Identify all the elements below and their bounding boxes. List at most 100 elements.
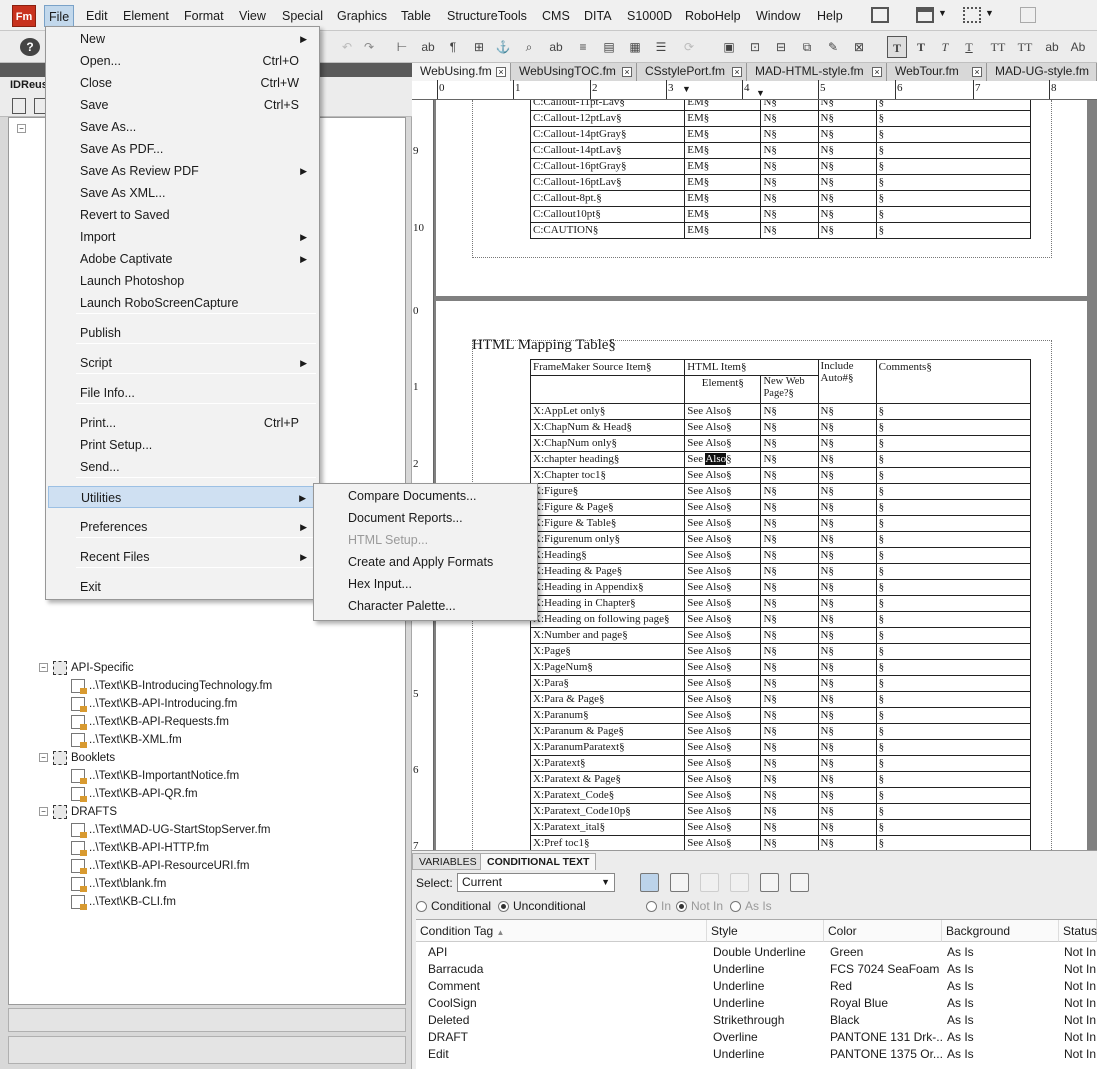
text-italic-icon[interactable]: T <box>936 36 954 58</box>
screen-mode-icon[interactable] <box>963 7 981 23</box>
table-cell[interactable]: § <box>875 595 1032 612</box>
table-cell[interactable]: § <box>875 419 1032 436</box>
file-menu-item[interactable]: Launch RoboScreenCapture <box>48 292 317 314</box>
table-cell[interactable]: § <box>875 403 1032 420</box>
menu-edit[interactable]: Edit <box>82 5 112 27</box>
html-mapping-table[interactable]: FrameMaker Source Item§ HTML Item§ Inclu… <box>529 359 1032 850</box>
doc-tab[interactable]: WebUsing.fm × <box>412 63 511 81</box>
table-cell[interactable]: N§ <box>760 723 819 740</box>
table-cell[interactable]: § <box>875 723 1032 740</box>
header-cell[interactable]: Include Auto#§ <box>817 359 877 404</box>
table-cell[interactable]: N§ <box>760 835 819 850</box>
table-cell[interactable]: X:Figure & Table§ <box>529 515 686 532</box>
grid-cell[interactable]: Not In <box>1064 944 1096 961</box>
table-cell[interactable]: X:Figure & Page§ <box>529 499 686 516</box>
table-cell[interactable]: § <box>875 547 1032 564</box>
table-cell[interactable]: N§ <box>760 126 819 143</box>
file-menu-item[interactable]: Revert to Saved <box>48 204 317 226</box>
table-cell[interactable]: X:Paratext & Page§ <box>529 771 686 788</box>
menu-special[interactable]: Special <box>278 5 327 27</box>
para-icon[interactable]: ¶ <box>444 36 462 58</box>
table-cell[interactable]: N§ <box>760 483 819 500</box>
table-cell[interactable]: § <box>875 579 1032 596</box>
table-cell[interactable]: N§ <box>760 787 819 804</box>
table-cell[interactable]: N§ <box>817 467 877 484</box>
table-cell[interactable]: N§ <box>817 819 877 836</box>
column-header[interactable]: Color <box>824 920 942 942</box>
table-cell[interactable]: § <box>875 467 1032 484</box>
table-cell[interactable]: § <box>875 531 1032 548</box>
radio-not-in[interactable]: Not In <box>676 899 723 913</box>
grid-icon[interactable]: ▦ <box>626 36 644 58</box>
table-cell[interactable]: N§ <box>817 419 877 436</box>
chevron-down-icon[interactable]: ▼ <box>985 8 994 18</box>
table-cell[interactable]: See Also§ <box>684 627 762 644</box>
file-menu-item[interactable]: Recent Files ▶ <box>48 546 317 568</box>
grid-cell[interactable]: PANTONE 1375 Or... <box>830 1046 942 1063</box>
radio-unconditional[interactable]: Unconditional <box>498 899 586 913</box>
table-cell[interactable]: N§ <box>760 451 819 468</box>
table-cell[interactable]: C:CAUTION§ <box>529 222 686 239</box>
utilities-menu-item[interactable]: Character Palette... <box>316 595 535 617</box>
table-cell[interactable]: § <box>875 174 1032 191</box>
table-cell[interactable]: N§ <box>817 158 877 175</box>
table-cell[interactable]: X:Heading in Chapter§ <box>529 595 686 612</box>
file-menu-item[interactable]: Import ▶ <box>48 226 317 248</box>
table-cell[interactable]: § <box>875 206 1032 223</box>
table-rows-icon[interactable]: ☰ <box>652 36 670 58</box>
chevron-down-icon[interactable]: ▼ <box>601 874 610 891</box>
close-icon[interactable]: × <box>496 67 506 77</box>
table-cell[interactable]: EM§ <box>684 110 762 127</box>
table-cell[interactable]: N§ <box>760 515 819 532</box>
table-cell[interactable]: X:Heading on following page§ <box>529 611 686 628</box>
header-cell[interactable]: Element§ <box>684 375 762 404</box>
table-cell[interactable]: N§ <box>817 547 877 564</box>
table-cell[interactable]: N§ <box>817 787 877 804</box>
column-header[interactable]: Status <box>1059 920 1097 942</box>
table-cell[interactable]: N§ <box>817 755 877 772</box>
table-cell[interactable]: § <box>875 627 1032 644</box>
grid-cell[interactable]: As Is <box>947 1012 1059 1029</box>
table-cell[interactable]: § <box>875 435 1032 452</box>
table-cell[interactable]: N§ <box>760 595 819 612</box>
grid-cell[interactable]: As Is <box>947 995 1059 1012</box>
close-icon[interactable]: × <box>622 67 632 77</box>
column-header[interactable]: Condition Tag ▲ <box>416 920 707 942</box>
tree-file[interactable]: ..\Text\KB-API-QR.fm <box>71 785 198 803</box>
grid-cell[interactable]: DRAFT <box>428 1029 698 1046</box>
table-cell[interactable]: N§ <box>760 547 819 564</box>
tree-group[interactable]: − DRAFTS <box>39 803 117 821</box>
radio-icon[interactable] <box>646 901 657 913</box>
table-heading[interactable]: HTML Mapping Table§ <box>472 337 616 354</box>
apply-condition-icon[interactable] <box>640 873 659 892</box>
table-cell[interactable]: N§ <box>817 190 877 207</box>
edit-condition-icon[interactable] <box>700 873 719 892</box>
table-cell[interactable]: X:Chapter toc1§ <box>529 467 686 484</box>
menu-structuretools[interactable]: StructureTools <box>443 5 531 27</box>
table-cell[interactable]: N§ <box>760 643 819 660</box>
file-menu-item[interactable]: New ▶ <box>48 28 317 50</box>
table-cell[interactable]: N§ <box>817 803 877 820</box>
table-cell[interactable]: X:chapter heading§ <box>529 451 686 468</box>
file-menu-item[interactable]: Preferences ▶ <box>48 516 317 538</box>
tree-file[interactable]: ..\Text\KB-API-ResourceURI.fm <box>71 857 249 875</box>
table-cell[interactable]: X:Heading§ <box>529 547 686 564</box>
grid-cell[interactable]: Not In <box>1064 995 1096 1012</box>
table-cell[interactable]: N§ <box>817 100 877 111</box>
table-cell[interactable]: N§ <box>817 499 877 516</box>
table-cell[interactable]: N§ <box>817 206 877 223</box>
utilities-menu-item[interactable]: Hex Input... <box>316 573 535 595</box>
spellcheck-icon[interactable]: ab <box>546 36 566 58</box>
table-cell[interactable]: See Also§ <box>684 515 762 532</box>
table-cell[interactable]: § <box>875 563 1032 580</box>
utilities-menu-item[interactable]: Compare Documents... <box>316 485 535 507</box>
table-cell[interactable]: N§ <box>760 627 819 644</box>
new-condition-icon[interactable] <box>670 873 689 892</box>
table-cell[interactable]: See Also§ <box>684 739 762 756</box>
grid-cell[interactable]: Not In <box>1064 1012 1096 1029</box>
table-cell[interactable]: N§ <box>817 835 877 850</box>
table-cell[interactable]: C:Callout-14ptGray§ <box>529 126 686 143</box>
table-cell[interactable]: See Also§ <box>684 659 762 676</box>
table-cell[interactable]: N§ <box>817 403 877 420</box>
doc-tab[interactable]: CSstylePort.fm × <box>637 63 747 81</box>
